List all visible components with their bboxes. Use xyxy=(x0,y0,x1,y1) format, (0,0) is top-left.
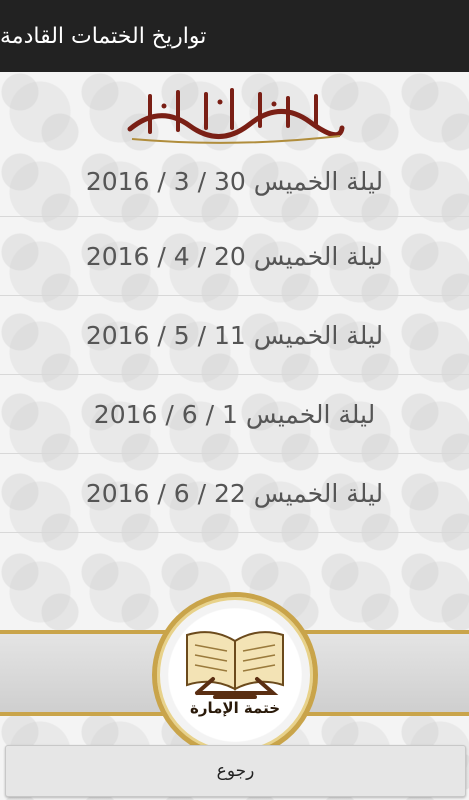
page-title: تواريخ الختمات القادمة xyxy=(0,23,207,49)
list-item[interactable]: ليلة الخميس 11 / 5 / 2016 xyxy=(0,296,469,375)
date-label: ليلة الخميس 1 / 6 / 2016 xyxy=(93,399,376,429)
open-quran-icon xyxy=(186,631,284,699)
list-item[interactable]: ليلة الخميس 20 / 4 / 2016 xyxy=(0,217,469,296)
basmala-calligraphy xyxy=(127,88,345,144)
back-button-label: رجوع xyxy=(216,761,255,781)
date-label: ليلة الخميس 20 / 4 / 2016 xyxy=(85,241,384,271)
list-item[interactable]: ليلة الخميس 30 / 3 / 2016 xyxy=(0,146,469,217)
list-item[interactable]: ليلة الخميس 22 / 6 / 2016 xyxy=(0,454,469,533)
date-label: ليلة الخميس 11 / 5 / 2016 xyxy=(85,320,384,350)
date-label: ليلة الخميس 22 / 6 / 2016 xyxy=(85,478,384,508)
app-logo: ختمة الإمارة xyxy=(152,592,318,758)
logo-text: ختمة الإمارة xyxy=(189,699,281,717)
app-bar: تواريخ الختمات القادمة xyxy=(0,0,469,72)
date-label: ليلة الخميس 30 / 3 / 2016 xyxy=(85,166,384,196)
content-area: ليلة الخميس 30 / 3 / 2016 ليلة الخميس 20… xyxy=(0,72,469,800)
list-item[interactable]: ليلة الخميس 1 / 6 / 2016 xyxy=(0,375,469,454)
dates-list: ليلة الخميس 30 / 3 / 2016 ليلة الخميس 20… xyxy=(0,146,469,533)
back-button[interactable]: رجوع xyxy=(5,745,466,797)
